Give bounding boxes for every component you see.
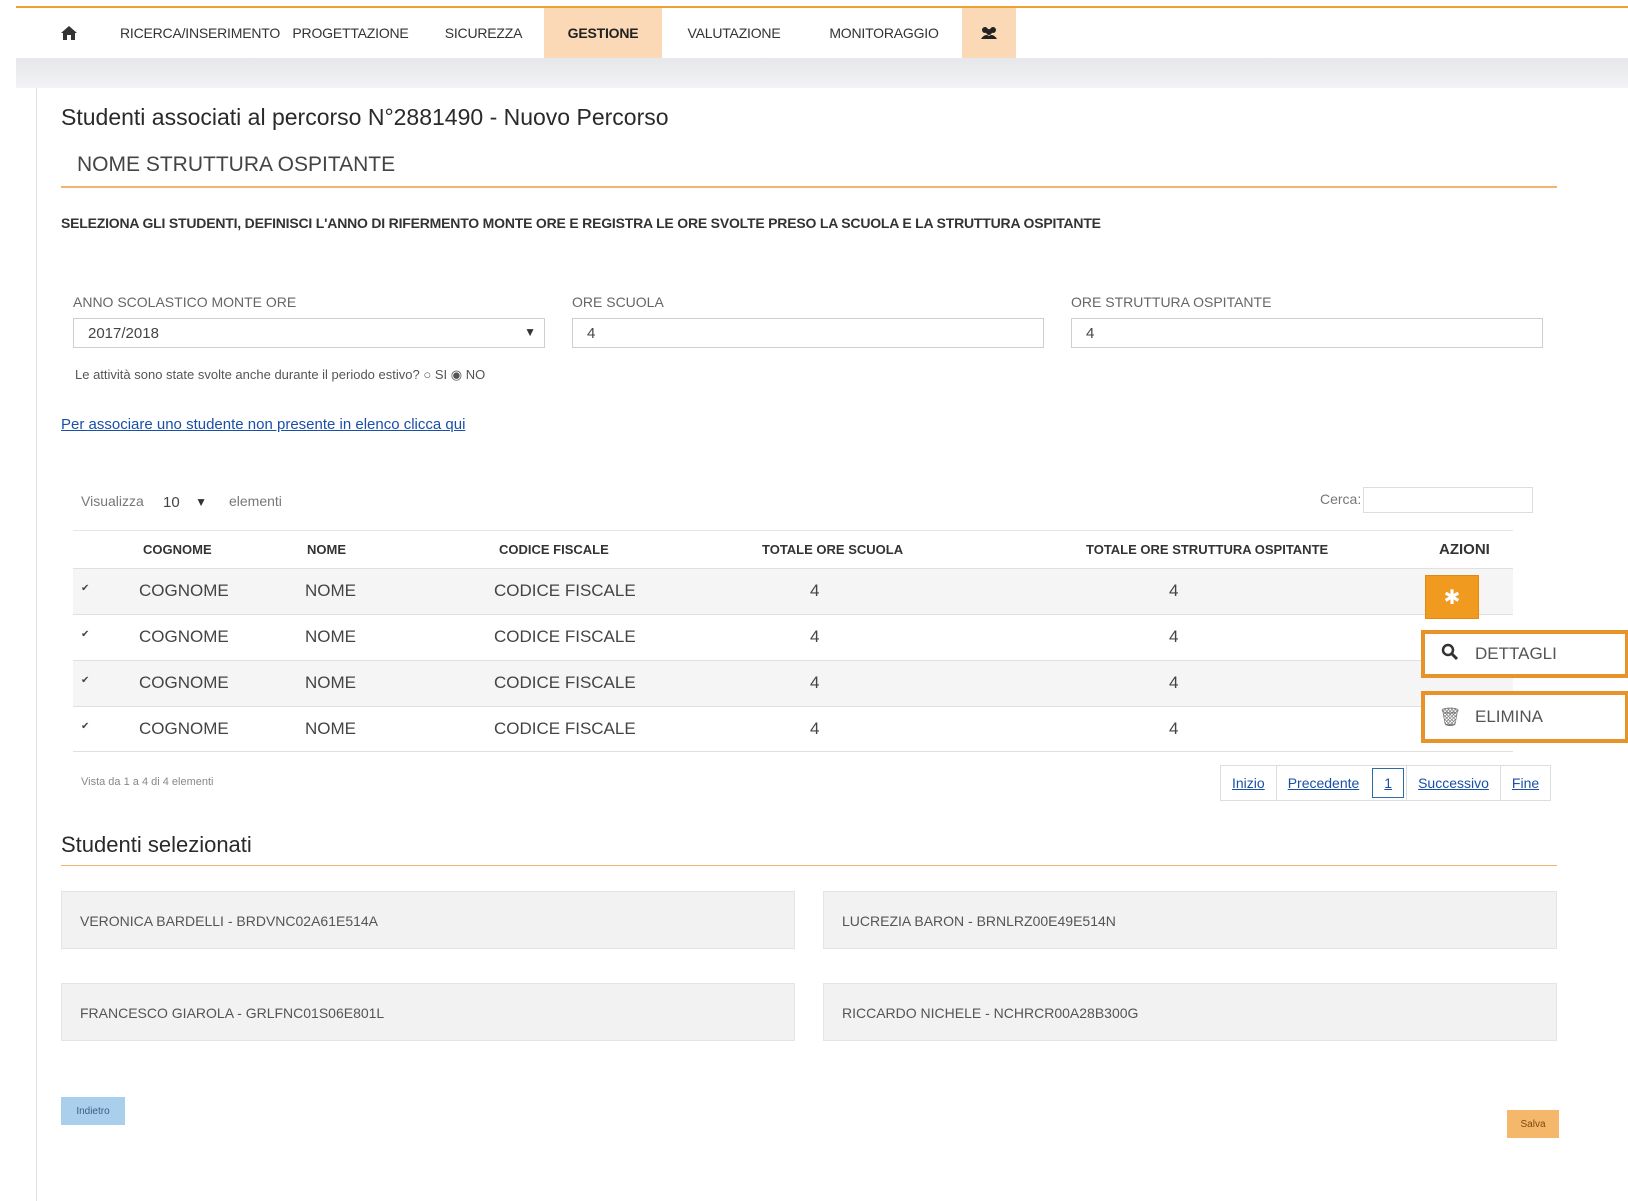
cell-cf: CODICE FISCALE bbox=[494, 673, 636, 692]
selected-student-card: LUCREZIA BARON - BRNLRZ00E49E514N bbox=[823, 891, 1557, 949]
table-search-input[interactable] bbox=[1363, 487, 1533, 513]
radio-no[interactable]: ◉ bbox=[451, 367, 462, 382]
table-row: ✔ COGNOME NOME CODICE FISCALE 4 4 bbox=[73, 614, 1513, 660]
table-info: Vista da 1 a 4 di 4 elementi bbox=[81, 776, 214, 788]
cell-nome: NOME bbox=[305, 719, 356, 738]
page-current[interactable]: 1 bbox=[1372, 768, 1405, 798]
students-table: COGNOME NOME CODICE FISCALE TOTALE ORE S… bbox=[73, 530, 1513, 752]
page-next[interactable]: Successivo bbox=[1406, 766, 1500, 800]
ore-scuola-input[interactable]: 4 bbox=[572, 318, 1044, 348]
anno-select[interactable]: 2017/2018 ▼ bbox=[73, 318, 545, 348]
nav-item-valutazione[interactable]: VALUTAZIONE bbox=[662, 8, 806, 58]
col-azioni: AZIONI bbox=[1439, 541, 1490, 558]
radio-si[interactable]: ○ bbox=[423, 367, 431, 382]
nav-item-progettazione[interactable]: PROGETTAZIONE bbox=[278, 8, 423, 58]
nav-item-gestione[interactable]: GESTIONE bbox=[544, 8, 662, 58]
save-button[interactable]: Salva bbox=[1507, 1110, 1559, 1138]
selected-student-card: FRANCESCO GIAROLA - GRLFNC01S06E801L bbox=[61, 983, 795, 1041]
col-cognome[interactable]: COGNOME bbox=[143, 542, 212, 557]
elements-label: elementi bbox=[229, 493, 282, 509]
show-label: Visualizza bbox=[81, 493, 144, 509]
cell-ore-scuola: 4 bbox=[810, 581, 820, 600]
radio-si-label: SI bbox=[434, 367, 448, 382]
page-last[interactable]: Fine bbox=[1499, 766, 1551, 800]
page-title: Studenti associati al percorso N°2881490… bbox=[61, 104, 669, 130]
add-student-link[interactable]: Per associare uno studente non presente … bbox=[61, 416, 465, 433]
nav-item-sicurezza[interactable]: SICUREZZA bbox=[423, 8, 544, 58]
row-checkbox[interactable]: ✔ bbox=[81, 721, 92, 732]
menu-item-elimina-label: ELIMINA bbox=[1475, 707, 1544, 726]
users-glyph bbox=[981, 27, 997, 39]
summer-question: Le attività sono state svolte anche dura… bbox=[75, 367, 420, 382]
home-icon[interactable] bbox=[16, 8, 122, 58]
cell-cognome: COGNOME bbox=[139, 673, 229, 692]
title-divider bbox=[61, 186, 1557, 188]
nav-item-ricerca[interactable]: RICERCA/INSERIMENTO bbox=[120, 8, 280, 58]
cell-nome: NOME bbox=[305, 673, 356, 692]
chevron-down-icon: ▼ bbox=[524, 325, 536, 339]
back-button[interactable]: Indietro bbox=[61, 1097, 125, 1125]
pagination: Inizio Precedente 1 Successivo Fine bbox=[1220, 765, 1552, 801]
row-checkbox[interactable]: ✔ bbox=[81, 629, 92, 640]
selected-student-card: RICCARDO NICHELE - NCHRCR00A28B300G bbox=[823, 983, 1557, 1041]
table-row: ✔ COGNOME NOME CODICE FISCALE 4 4 bbox=[73, 568, 1513, 614]
menu-item-dettagli[interactable]: DETTAGLI bbox=[1421, 630, 1628, 678]
menu-item-dettagli-label: DETTAGLI bbox=[1475, 644, 1557, 663]
cell-cognome: COGNOME bbox=[139, 719, 229, 738]
gear-icon: ✱ bbox=[1443, 586, 1461, 609]
col-nome[interactable]: NOME bbox=[307, 542, 346, 557]
users-icon[interactable] bbox=[962, 8, 1016, 58]
table-row: ✔ COGNOME NOME CODICE FISCALE 4 4 bbox=[73, 706, 1513, 752]
menu-item-elimina[interactable]: 🗑 ELIMINA bbox=[1421, 691, 1628, 743]
cell-cognome: COGNOME bbox=[139, 627, 229, 646]
page-prev[interactable]: Precedente bbox=[1275, 766, 1371, 800]
cell-cf: CODICE FISCALE bbox=[494, 581, 636, 600]
selected-students-title: Studenti selezionati bbox=[61, 832, 252, 857]
ore-struttura-label: ORE STRUTTURA OSPITANTE bbox=[1071, 294, 1272, 310]
table-header: COGNOME NOME CODICE FISCALE TOTALE ORE S… bbox=[73, 530, 1513, 568]
trash-icon: 🗑 bbox=[1438, 706, 1462, 727]
search-label: Cerca: bbox=[1320, 491, 1362, 507]
page-length-value: 10 bbox=[163, 494, 180, 511]
section-divider bbox=[61, 865, 1557, 866]
col-ore-scuola[interactable]: TOTALE ORE SCUOLA bbox=[762, 542, 903, 557]
cell-cf: CODICE FISCALE bbox=[494, 719, 636, 738]
cell-nome: NOME bbox=[305, 627, 356, 646]
col-ore-struttura[interactable]: TOTALE ORE STRUTTURA OSPITANTE bbox=[1086, 542, 1328, 557]
table-row: ✔ COGNOME NOME CODICE FISCALE 4 4 bbox=[73, 660, 1513, 706]
page-first[interactable]: Inizio bbox=[1221, 766, 1276, 800]
cell-cognome: COGNOME bbox=[139, 581, 229, 600]
actions-gear-button[interactable]: ✱ bbox=[1425, 575, 1479, 619]
home-glyph bbox=[61, 26, 77, 40]
selected-student-card: VERONICA BARDELLI - BRDVNC02A61E514A bbox=[61, 891, 795, 949]
cell-ore-struttura: 4 bbox=[1169, 719, 1179, 738]
instructions-text: SELEZIONA GLI STUDENTI, DEFINISCI L'ANNO… bbox=[61, 215, 1101, 231]
nav-shadow-band bbox=[16, 58, 1628, 88]
radio-no-label: NO bbox=[465, 367, 486, 382]
chevron-down-icon: ▼ bbox=[195, 495, 207, 509]
col-codice-fiscale[interactable]: CODICE FISCALE bbox=[499, 542, 609, 557]
summer-question-row: Le attività sono state svolte anche dura… bbox=[75, 367, 485, 383]
main-nav: RICERCA/INSERIMENTO PROGETTAZIONE SICURE… bbox=[16, 8, 1628, 58]
cell-ore-struttura: 4 bbox=[1169, 673, 1179, 692]
nav-item-monitoraggio[interactable]: MONITORAGGIO bbox=[806, 8, 962, 58]
search-glyph bbox=[1441, 643, 1459, 660]
row-checkbox[interactable]: ✔ bbox=[81, 675, 92, 686]
search-icon bbox=[1425, 643, 1475, 666]
anno-label: ANNO SCOLASTICO MONTE ORE bbox=[73, 294, 297, 310]
cell-ore-scuola: 4 bbox=[810, 673, 820, 692]
anno-select-value: 2017/2018 bbox=[88, 325, 159, 342]
page-length-select[interactable]: 10 ▼ bbox=[153, 490, 215, 516]
cell-ore-scuola: 4 bbox=[810, 719, 820, 738]
host-structure-name: NOME STRUTTURA OSPITANTE bbox=[77, 153, 396, 176]
main-panel: Studenti associati al percorso N°2881490… bbox=[36, 88, 1628, 1201]
cell-nome: NOME bbox=[305, 581, 356, 600]
row-checkbox[interactable]: ✔ bbox=[81, 583, 92, 594]
ore-struttura-input[interactable]: 4 bbox=[1071, 318, 1543, 348]
cell-ore-struttura: 4 bbox=[1169, 581, 1179, 600]
ore-scuola-label: ORE SCUOLA bbox=[572, 294, 664, 310]
cell-ore-struttura: 4 bbox=[1169, 627, 1179, 646]
cell-cf: CODICE FISCALE bbox=[494, 627, 636, 646]
cell-ore-scuola: 4 bbox=[810, 627, 820, 646]
